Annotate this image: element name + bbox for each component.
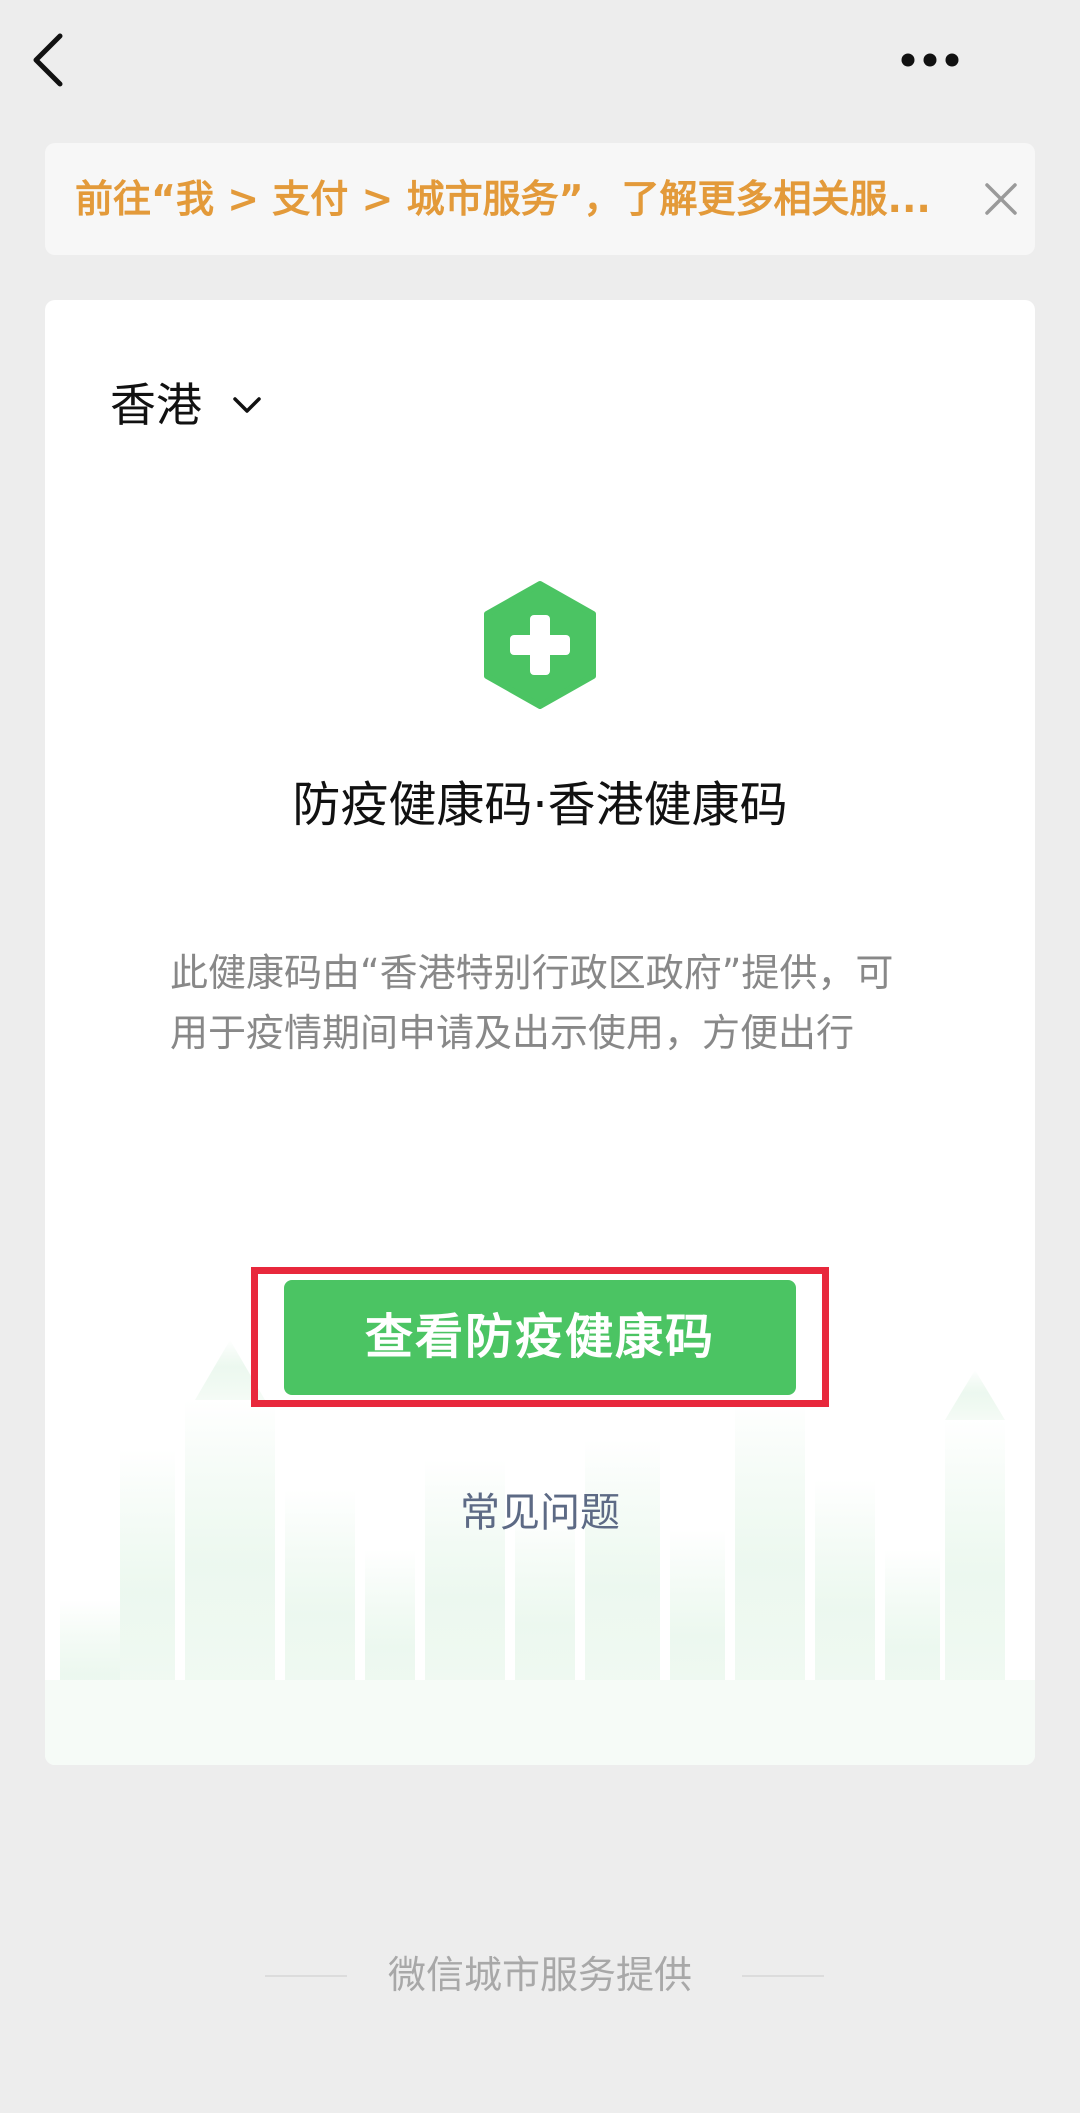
footer-text: 微信城市服务提供	[387, 1953, 692, 1997]
more-button[interactable]	[888, 30, 988, 90]
faq-link[interactable]: 常见问题	[45, 1483, 1035, 1543]
back-button[interactable]	[22, 28, 78, 92]
notice-close-button[interactable]	[975, 173, 1027, 225]
footer-divider-right	[742, 1975, 824, 1977]
chevron-left-icon	[33, 33, 63, 87]
service-description: 此健康码由“香港特别行政区政府”提供，可用于疫情期间申请及出示使用，方便出行	[170, 951, 894, 1055]
nav-bar	[0, 0, 1080, 125]
region-label: 香港	[110, 378, 202, 432]
service-card: 香港 防疫健康码·香港健康码 此健康码由“香港特别行政区政府”提供，可用于疫情期…	[45, 300, 1035, 1765]
chevron-down-icon	[233, 397, 261, 413]
notice-banner[interactable]: 前往“我 > 支付 > 城市服务”，了解更多相关服...	[45, 143, 1035, 255]
close-icon	[985, 183, 1017, 215]
region-selector[interactable]: 香港	[110, 370, 264, 440]
footer: 微信城市服务提供	[0, 1945, 1080, 2005]
service-title: 防疫健康码·香港健康码	[292, 777, 788, 833]
more-dots-icon	[901, 53, 959, 67]
notice-text[interactable]: 前往“我 > 支付 > 城市服务”，了解更多相关服...	[75, 143, 975, 255]
view-health-code-button[interactable]: 查看防疫健康码	[284, 1280, 796, 1395]
medical-cross-icon	[484, 581, 596, 709]
